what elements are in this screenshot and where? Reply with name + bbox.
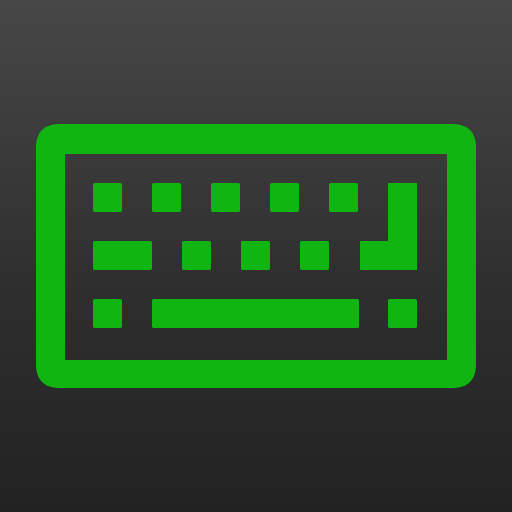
key-row2-2 [241,241,270,270]
key-row3-right [388,299,417,328]
app-icon [0,0,512,512]
key-row1-4 [270,183,299,212]
key-row1-3 [211,183,240,212]
key-row1-5 [329,183,358,212]
key-row2-1 [182,241,211,270]
key-row2-3 [300,241,329,270]
key-row1-2 [152,183,181,212]
tab-key [93,241,152,270]
enter-key [360,183,417,270]
spacebar [152,299,359,328]
keyboard-icon [36,124,476,388]
key-row1-1 [93,183,122,212]
key-row3-left [93,299,122,328]
